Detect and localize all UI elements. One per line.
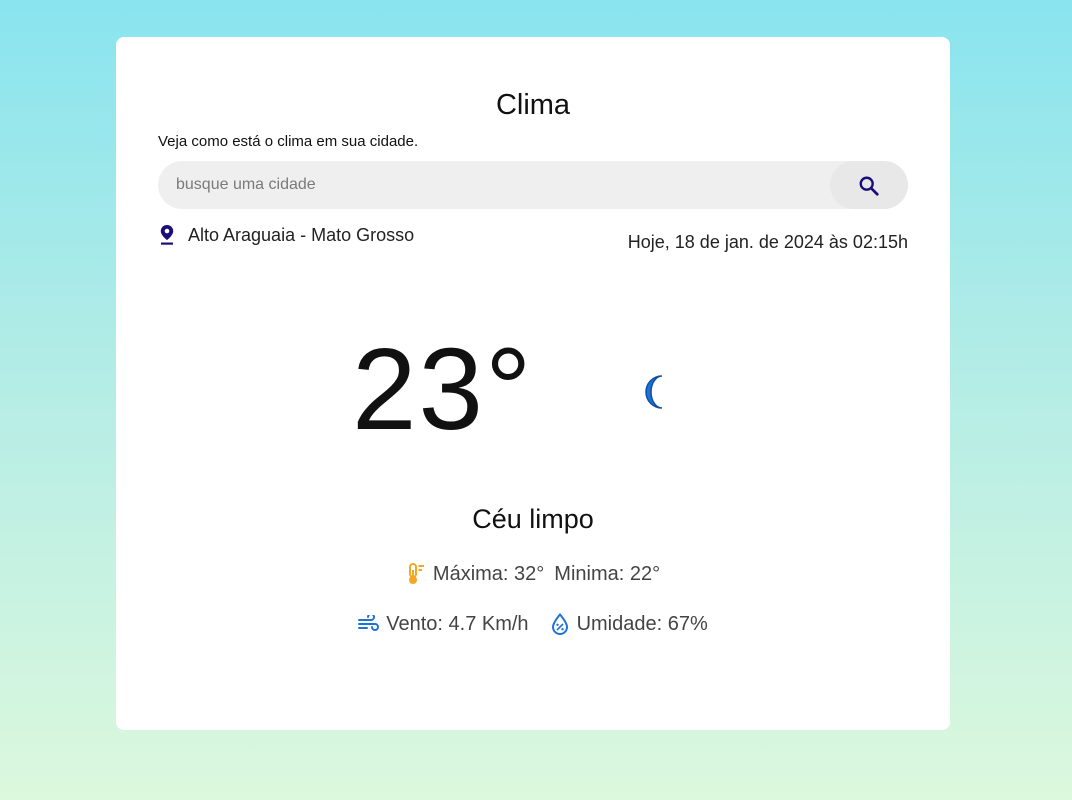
min-temperature: Minima: 22° [554, 563, 661, 585]
location: Alto Araguaia - Mato Grosso [160, 223, 414, 247]
wind-icon [358, 615, 380, 631]
weather-card: Clima Veja como está o clima em sua cida… [116, 37, 950, 730]
humidity-icon [551, 613, 568, 635]
wind-speed: Vento: 4.7 Km/h [386, 613, 529, 635]
details-row: Vento: 4.7 Km/h Umidade: 67% [116, 612, 950, 636]
location-name: Alto Araguaia - Mato Grosso [188, 224, 415, 245]
search-button[interactable] [830, 161, 908, 209]
location-pin-icon [160, 225, 174, 245]
temperature: 23° [352, 324, 534, 454]
max-temperature: Máxima: 32° [432, 563, 545, 585]
min-max-row: Máxima: 32° Minima: 22° [116, 562, 950, 586]
date-time: Hoje, 18 de jan. de 2024 às 02:15h [627, 232, 908, 252]
moon-icon [645, 375, 663, 409]
humidity: Umidade: 67% [576, 613, 708, 635]
thermometer-icon [408, 563, 424, 584]
page-title: Clima [495, 89, 571, 121]
weather-condition: Céu limpo [472, 504, 594, 534]
search-bar [158, 161, 908, 209]
search-input[interactable] [176, 161, 816, 209]
page-subtitle: Veja como está o clima em sua cidade. [158, 133, 419, 150]
search-icon [859, 176, 879, 196]
